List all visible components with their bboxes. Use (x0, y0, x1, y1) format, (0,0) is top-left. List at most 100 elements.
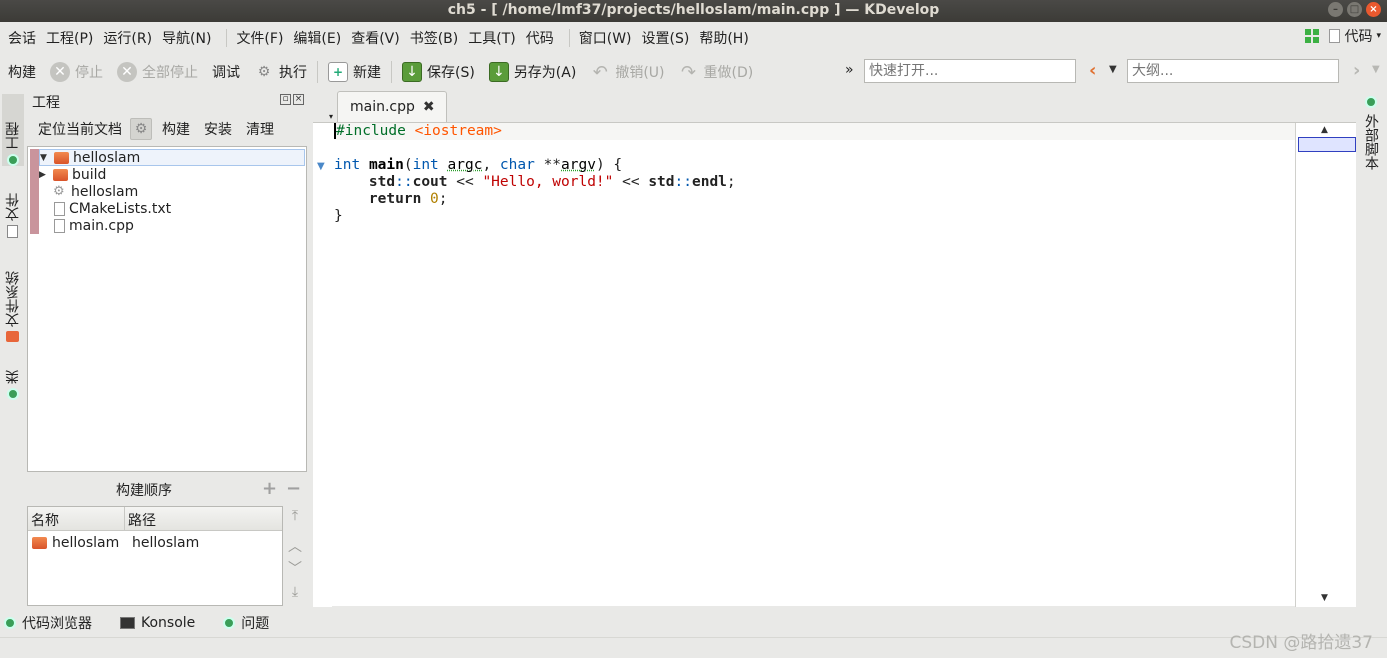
menubar-right: 代码 ▾ (1305, 26, 1381, 46)
scroll-down-icon[interactable]: ▼ (1321, 593, 1328, 603)
minimap-viewport[interactable] (1298, 137, 1356, 152)
quick-open-input[interactable] (864, 59, 1076, 83)
tab-label: main.cpp (350, 99, 415, 115)
project-build-button[interactable]: 构建 (162, 119, 190, 139)
menu-help[interactable]: 帮助(H) (697, 28, 756, 48)
document-icon (1329, 29, 1341, 43)
dock-tab-classes[interactable]: 类 (2, 360, 24, 400)
menu-window[interactable]: 窗口(W) (577, 28, 640, 48)
new-label: 新建 (353, 65, 381, 81)
collapse-arrow-icon[interactable]: ▶ (39, 170, 49, 180)
navigate-forward-icon[interactable]: › (1353, 60, 1360, 81)
toolview-code-browser[interactable]: 代码浏览器 (4, 613, 92, 633)
build-order-title: 构建顺序 (116, 483, 172, 499)
token-string: "Hello, world!" (482, 174, 614, 190)
area-switch-icon[interactable] (1305, 29, 1320, 43)
close-button[interactable]: × (1366, 2, 1381, 17)
navigate-back-dropdown-icon[interactable]: ▼ (1109, 64, 1117, 75)
column-header-name[interactable]: 名称 (28, 507, 125, 530)
debug-button[interactable]: 调试 (212, 62, 240, 82)
code-line: return 0; (368, 191, 448, 207)
text-file-icon (54, 201, 65, 216)
move-bottom-icon[interactable]: ⤓ (288, 584, 302, 600)
token-identifier: endl (691, 174, 727, 190)
tab-list-dropdown-icon[interactable]: ▾ (329, 112, 333, 121)
menu-run[interactable]: 运行(R) (101, 28, 160, 48)
column-header-path[interactable]: 路径 (125, 507, 159, 530)
area-code-button[interactable]: 代码 ▾ (1329, 26, 1381, 46)
dock-tab-projects-label: 工程 (5, 122, 21, 150)
close-panel-icon[interactable]: × (293, 94, 304, 105)
move-up-icon[interactable]: ︿ (288, 536, 302, 556)
navigate-forward-dropdown-icon[interactable]: ▼ (1372, 64, 1380, 75)
new-button[interactable]: + 新建 (328, 62, 381, 82)
menu-session[interactable]: 会话 (6, 28, 44, 48)
cpp-file-icon (54, 218, 65, 233)
locate-current-document-button[interactable]: 定位当前文档 (38, 119, 122, 139)
token-operator: :: (395, 174, 413, 190)
menu-edit[interactable]: 编辑(E) (291, 28, 349, 48)
tree-item-folder[interactable]: ▶ build (39, 166, 106, 183)
scroll-up-icon[interactable]: ▲ (1321, 125, 1328, 135)
menu-project[interactable]: 工程(P) (44, 28, 101, 48)
stop-button[interactable]: ✕ 停止 (50, 62, 103, 82)
minimap-scrollbar[interactable]: ▲ ▼ (1295, 123, 1356, 607)
dock-tab-documents[interactable]: 文件 (2, 182, 24, 238)
remove-icon[interactable]: − (286, 478, 301, 499)
code-area[interactable]: #include <iostream> int main(int argc, c… (334, 123, 1296, 225)
project-install-button[interactable]: 安装 (204, 119, 232, 139)
code-editor[interactable]: ▼ #include <iostream> int main(int argc,… (313, 122, 1356, 607)
redo-button[interactable]: ↷ 重做(D) (679, 61, 754, 83)
menu-settings[interactable]: 设置(S) (640, 28, 698, 48)
scripts-icon (1365, 96, 1377, 108)
tree-item-file[interactable]: main.cpp (54, 217, 134, 234)
bottom-toolview-bar: 代码浏览器 Konsole 问题 (0, 609, 1387, 637)
close-tab-icon[interactable]: ✖ (423, 99, 435, 115)
tree-item-label: CMakeLists.txt (69, 200, 172, 217)
save-as-button[interactable]: ↓ 另存为(A) (488, 62, 576, 82)
menu-tools[interactable]: 工具(T) (466, 28, 523, 48)
menu-code[interactable]: 代码 (524, 28, 562, 48)
move-down-icon[interactable]: ﹀ (288, 558, 302, 578)
dock-tab-filesystem[interactable]: 文件系统 (2, 256, 24, 342)
left-dock-tabs: 工程 文件 文件系统 类 (0, 90, 26, 606)
undo-button[interactable]: ↶ 撤销(U) (590, 62, 665, 83)
maximize-button[interactable]: □ (1347, 2, 1362, 17)
tree-item-project[interactable]: ▼ helloslam (39, 149, 305, 166)
dock-tab-projects[interactable]: 工程 (2, 94, 24, 166)
menu-bookmarks[interactable]: 书签(B) (408, 28, 467, 48)
gear-icon[interactable]: ⚙ (130, 118, 152, 140)
build-button[interactable]: 构建 (8, 62, 36, 82)
expand-arrow-icon[interactable]: ▼ (40, 153, 50, 163)
dock-tab-external-scripts[interactable]: 外部脚本 (1361, 96, 1381, 170)
minimize-button[interactable]: – (1328, 2, 1343, 17)
tree-item-target[interactable]: ⚙ helloslam (53, 183, 138, 200)
execute-button[interactable]: ⚙ 执行 (254, 62, 307, 82)
redo-icon: ↷ (680, 61, 697, 83)
navigate-back-icon[interactable]: ‹ (1089, 60, 1096, 81)
code-line: #include <iostream> (334, 123, 1296, 140)
float-panel-icon[interactable]: ▫ (280, 94, 291, 105)
toolview-label: Konsole (141, 615, 196, 631)
add-icon[interactable]: + (262, 478, 277, 499)
build-order-table: 名称 路径 helloslam helloslam (27, 506, 283, 606)
tab-main-cpp[interactable]: main.cpp ✖ (337, 91, 447, 122)
menu-view[interactable]: 查看(V) (349, 28, 408, 48)
table-row[interactable]: helloslam helloslam (28, 535, 199, 551)
toolbar-overflow-button[interactable]: » (845, 62, 854, 78)
toolview-problems[interactable]: 问题 (223, 613, 269, 633)
fold-marker-icon[interactable]: ▼ (317, 161, 325, 172)
outline-input[interactable] (1127, 59, 1339, 83)
project-clean-button[interactable]: 清理 (246, 119, 274, 139)
code-line: } (334, 208, 343, 224)
move-top-icon[interactable]: ⤒ (288, 508, 302, 524)
token-number: 0 (430, 191, 439, 207)
toolview-konsole[interactable]: Konsole (120, 615, 195, 631)
menu-file[interactable]: 文件(F) (234, 28, 291, 48)
tree-item-file[interactable]: CMakeLists.txt (54, 200, 171, 217)
redo-label: 重做(D) (703, 65, 754, 81)
stop-all-button[interactable]: ✕ 全部停止 (117, 62, 198, 82)
menu-navigation[interactable]: 导航(N) (160, 28, 219, 48)
save-button[interactable]: ↓ 保存(S) (402, 62, 475, 82)
